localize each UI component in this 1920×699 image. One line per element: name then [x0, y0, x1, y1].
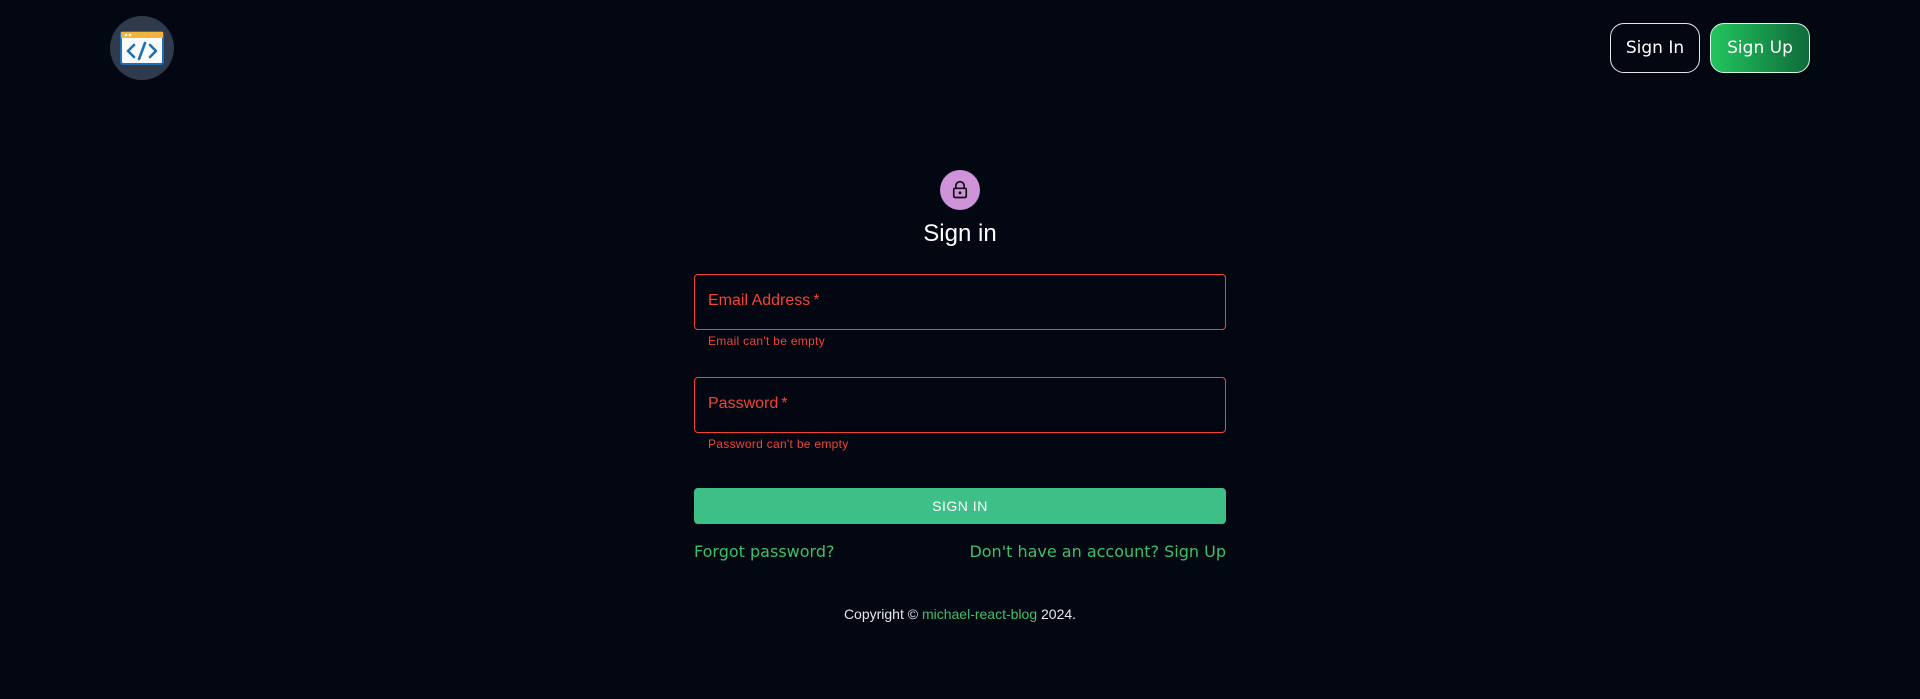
email-field[interactable]: Email Address *: [694, 274, 1226, 330]
site-logo[interactable]: [110, 16, 174, 80]
password-input[interactable]: [695, 378, 1225, 432]
password-error-text: Password can't be empty: [708, 437, 849, 451]
header-signup-button[interactable]: Sign Up: [1710, 23, 1810, 73]
forgot-password-link[interactable]: Forgot password?: [694, 542, 834, 561]
lock-icon: [952, 180, 968, 199]
email-input[interactable]: [695, 275, 1225, 329]
copyright-prefix: Copyright ©: [843, 606, 919, 622]
header-signin-button[interactable]: Sign In: [1610, 23, 1700, 73]
lock-avatar: [940, 170, 980, 210]
code-window-icon: [120, 31, 164, 65]
signup-link[interactable]: Don't have an account? Sign Up: [969, 542, 1226, 561]
page-title: Sign in: [923, 220, 997, 247]
password-field[interactable]: Password *: [694, 377, 1226, 433]
brand-link[interactable]: michael-react-blog: [922, 606, 1037, 622]
signin-submit-button[interactable]: SIGN IN: [694, 488, 1226, 524]
page: Sign In Sign Up Sign in Email Address * E…: [0, 0, 1920, 699]
email-error-text: Email can't be empty: [708, 334, 826, 348]
copyright-year: 2024.: [1041, 606, 1077, 622]
copyright-footer: Copyright © michael-react-blog 2024.: [0, 606, 1920, 622]
